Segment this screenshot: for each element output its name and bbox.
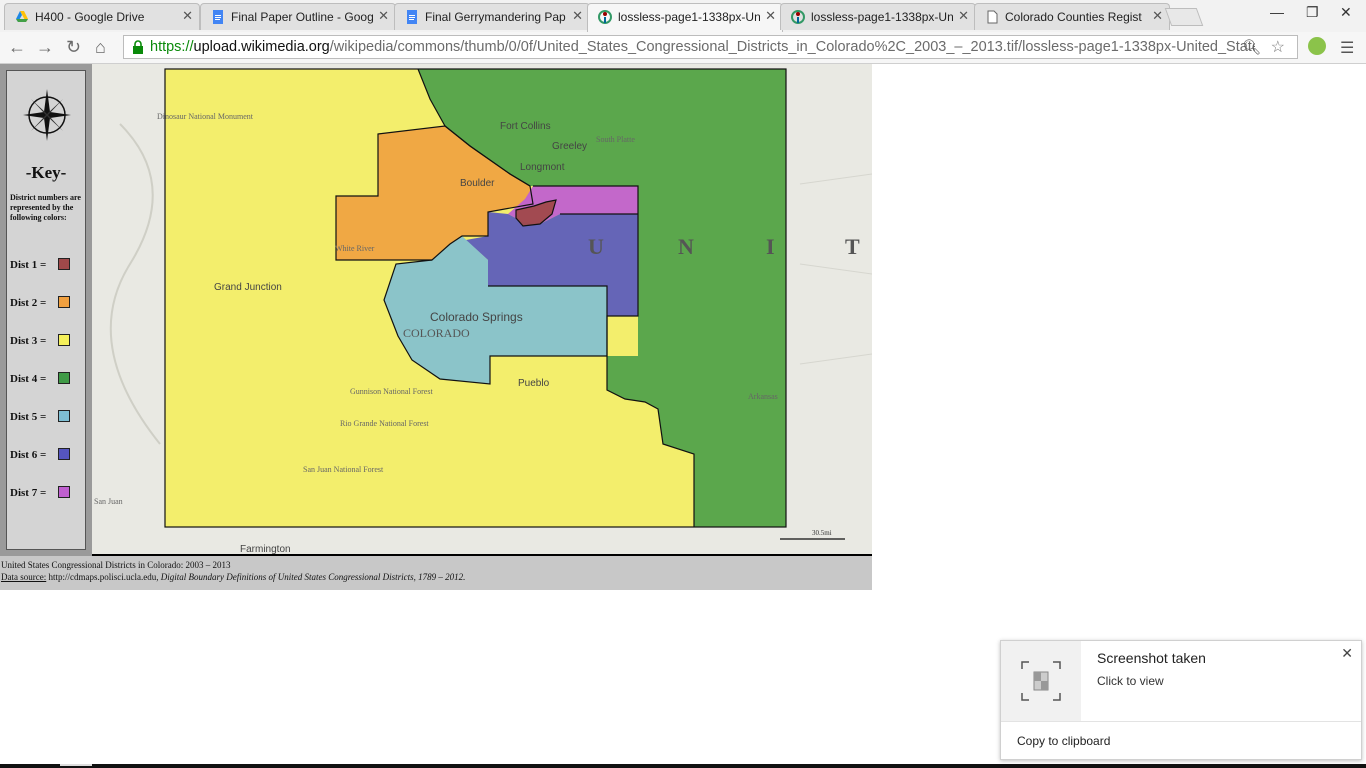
google-docs-icon: [213, 10, 223, 24]
map-label-fort-collins: Fort Collins: [500, 121, 551, 132]
key-swatch-dist-2: [58, 296, 70, 308]
close-tab-icon[interactable]: ✕: [765, 8, 776, 24]
bookmark-star-icon[interactable]: ☆: [1271, 37, 1285, 57]
district-map-image: -Key- District numbers are represented b…: [0, 64, 872, 590]
map-country-letter-i: I: [766, 234, 775, 259]
colorado-map: Dinosaur National Monument White River G…: [92, 64, 872, 554]
key-swatch-dist-5: [58, 410, 70, 422]
lock-icon: [133, 40, 143, 54]
key-row-dist-4: Dist 4 =: [10, 373, 47, 385]
tab-final-paper-outline[interactable]: Final Paper Outline - Goog ✕: [200, 3, 396, 30]
shelf-bar: [0, 764, 1366, 768]
map-label-arkansas: Arkansas: [748, 392, 778, 401]
google-drive-icon: [16, 11, 28, 22]
map-key-panel: -Key- District numbers are represented b…: [0, 64, 92, 556]
tab-title: lossless-page1-1338px-Un: [618, 10, 760, 24]
caption-source: Data source: http://cdmaps.polisci.ucla.…: [1, 572, 466, 582]
map-label-grand-junction: Grand Junction: [214, 282, 282, 293]
key-row-dist-1: Dist 1 =: [10, 259, 47, 271]
tab-title: lossless-page1-1338px-Un: [811, 10, 953, 24]
key-row-dist-6: Dist 6 =: [10, 449, 47, 461]
key-row-dist-2: Dist 2 =: [10, 297, 47, 309]
close-icon[interactable]: ✕: [1341, 645, 1353, 662]
wikimedia-icon: [791, 10, 805, 24]
screenshot-notification[interactable]: Screenshot taken Click to view ✕ Copy to…: [1000, 640, 1362, 760]
tab-colorado-counties[interactable]: Colorado Counties Regist ✕: [974, 3, 1170, 30]
wikimedia-icon: [598, 10, 612, 24]
map-label-san-juan: San Juan: [94, 497, 123, 506]
tab-google-drive[interactable]: H400 - Google Drive ✕: [4, 3, 200, 30]
shelf-indicator: [60, 764, 92, 766]
map-caption: United States Congressional Districts in…: [0, 556, 872, 590]
key-swatch-dist-4: [58, 372, 70, 384]
map-country-letter-n: N: [678, 234, 694, 259]
url-text[interactable]: https://upload.wikimedia.org/wikipedia/c…: [150, 39, 1255, 55]
caption-title: United States Congressional Districts in…: [1, 560, 231, 570]
tab-lossless-active[interactable]: lossless-page1-1338px-Un ✕: [587, 3, 783, 32]
browser-toolbar: ← → ↻ ⌂ https://upload.wikimedia.org/wik…: [0, 32, 1366, 64]
key-swatch-dist-3: [58, 334, 70, 346]
zoom-icon[interactable]: 🔍︎: [1242, 38, 1261, 56]
tab-title: Final Paper Outline - Goog: [231, 10, 373, 24]
divider: [1001, 721, 1361, 722]
map-label-gunnison: Gunnison National Forest: [350, 387, 433, 396]
compass-rose-icon: [23, 89, 71, 141]
notification-title: Screenshot taken: [1097, 650, 1206, 666]
new-tab-button[interactable]: [1164, 8, 1204, 26]
tab-lossless[interactable]: lossless-page1-1338px-Un ✕: [780, 3, 976, 30]
notification-message[interactable]: Click to view: [1097, 674, 1164, 688]
tab-strip: H400 - Google Drive ✕ Final Paper Outlin…: [0, 0, 1366, 32]
map-label-pueblo: Pueblo: [518, 378, 550, 389]
key-swatch-dist-7: [58, 486, 70, 498]
close-tab-icon[interactable]: ✕: [182, 8, 193, 24]
map-label-farmington: Farmington: [240, 544, 291, 554]
tab-final-gerrymandering[interactable]: Final Gerrymandering Pap ✕: [394, 3, 590, 30]
map-label-white-river: White River: [335, 244, 375, 253]
map-label-greeley: Greeley: [552, 141, 587, 152]
close-tab-icon[interactable]: ✕: [572, 8, 583, 24]
map-country-letter-u: U: [588, 234, 604, 259]
screenshot-icon: [1021, 661, 1061, 701]
tab-title: Colorado Counties Regist: [1005, 10, 1142, 24]
key-row-dist-7: Dist 7 =: [10, 487, 47, 499]
map-label-colorado: COLORADO: [403, 326, 470, 340]
close-tab-icon[interactable]: ✕: [1152, 8, 1163, 24]
address-bar[interactable]: https://upload.wikimedia.org/wikipedia/c…: [123, 35, 1298, 59]
key-swatch-dist-1: [58, 258, 70, 270]
forward-icon[interactable]: →: [36, 36, 54, 58]
key-row-dist-3: Dist 3 =: [10, 335, 47, 347]
key-title: -Key-: [25, 163, 67, 182]
map-label-dinosaur: Dinosaur National Monument: [157, 112, 254, 121]
map-label-boulder: Boulder: [460, 178, 495, 189]
minimize-icon[interactable]: —: [1270, 4, 1284, 20]
restore-icon[interactable]: ❐: [1306, 4, 1319, 21]
reload-icon[interactable]: ↻: [66, 36, 81, 58]
menu-icon[interactable]: ☰: [1340, 38, 1354, 58]
copy-to-clipboard-button[interactable]: Copy to clipboard: [1017, 734, 1110, 748]
map-label-rio-grande: Rio Grande National Forest: [340, 419, 429, 428]
back-icon[interactable]: ←: [8, 36, 26, 58]
close-tab-icon[interactable]: ✕: [378, 8, 389, 24]
home-icon[interactable]: ⌂: [95, 36, 106, 58]
key-row-dist-5: Dist 5 =: [10, 411, 47, 423]
map-label-south-platte: South Platte: [596, 135, 635, 144]
map-label-longmont: Longmont: [520, 162, 565, 173]
page-icon: [987, 10, 998, 24]
map-label-colorado-springs: Colorado Springs: [430, 310, 523, 324]
close-tab-icon[interactable]: ✕: [958, 8, 969, 24]
map-country-letter-t: T: [845, 234, 860, 259]
map-label-san-juan-forest: San Juan National Forest: [303, 465, 384, 474]
tab-title: Final Gerrymandering Pap: [425, 10, 566, 24]
extension-icon[interactable]: [1308, 37, 1326, 55]
window-close-icon[interactable]: ✕: [1340, 4, 1352, 21]
tab-title: H400 - Google Drive: [35, 10, 145, 24]
google-docs-icon: [407, 10, 417, 24]
svg-text:30.5mi: 30.5mi: [812, 529, 832, 537]
key-description: District numbers are represented by the …: [10, 193, 81, 222]
key-swatch-dist-6: [58, 448, 70, 460]
